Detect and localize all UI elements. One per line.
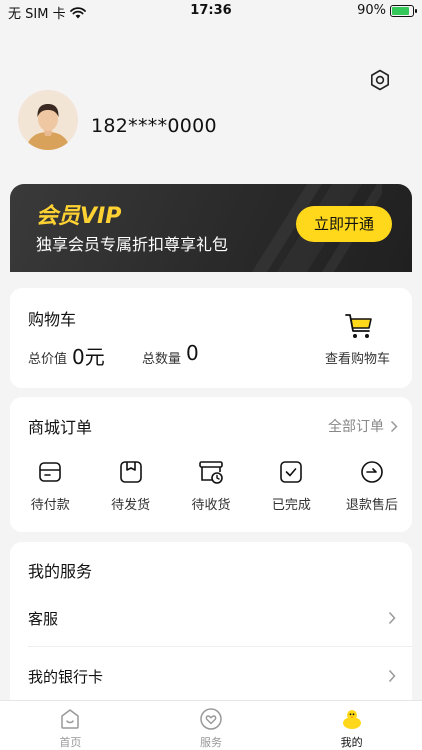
order-status-refund[interactable]: 退款售后 [332,459,412,513]
tab-services[interactable]: 服务 [141,701,282,750]
chevron-right-icon [390,420,398,432]
order-status-label: 待发货 [111,498,151,513]
battery-percent: 90% [357,3,386,18]
battery-fill [392,6,410,15]
divider [28,646,412,647]
tab-label: 我的 [340,736,363,749]
chevron-right-icon [388,611,396,625]
total-price-value: 0元 [72,345,105,369]
order-status-label: 待付款 [30,498,70,513]
tab-bar: 首页 服务 我的 [0,700,422,750]
cart-card: 购物车 总价值 0元 总数量 0 查看购物车 [10,288,412,388]
delivery-icon [199,461,223,484]
refund-icon [361,461,383,483]
total-count-value: 0 [186,341,199,365]
box-icon [119,461,142,483]
order-status-pending-receipt[interactable]: 待收货 [171,459,251,513]
home-icon [61,709,80,729]
total-count-label: 总数量 [142,352,182,367]
heart-icon [200,708,222,730]
order-status-label: 已完成 [271,498,311,513]
settings-icon[interactable] [368,68,392,92]
order-status-pending-shipment[interactable]: 待发货 [90,459,170,513]
phone-number[interactable]: 182****0000 [91,115,217,137]
status-bar: 无 SIM 卡 17:36 90% [0,0,422,22]
orders-title: 商城订单 [28,418,93,437]
services-title: 我的服务 [28,562,93,581]
tab-label: 服务 [200,736,222,749]
all-orders-link[interactable]: 全部订单 [328,416,398,436]
check-icon [280,461,303,483]
orders-card: 商城订单 全部订单 待付款 待发货 待收货 已完成 退款售后 [10,397,412,532]
all-orders-label: 全部订单 [328,419,384,435]
tab-home[interactable]: 首页 [0,701,141,750]
cart-icon[interactable] [344,312,374,340]
avatar-person-icon [18,90,78,150]
order-status-label: 退款售后 [345,498,398,513]
status-right: 90% [357,3,417,18]
vip-activate-button[interactable]: 立即开通 [296,206,392,242]
order-status-completed[interactable]: 已完成 [251,459,331,513]
service-item-bank-card[interactable]: 我的银行卡 [28,650,396,702]
chevron-right-icon [388,669,396,683]
wallet-icon [39,462,62,482]
tab-label: 首页 [59,736,82,749]
vip-title: 会员VIP [36,204,122,229]
service-item-label: 我的银行卡 [28,667,104,686]
view-cart-link[interactable]: 查看购物车 [325,348,390,367]
battery-icon [390,4,417,17]
duck-icon [342,710,361,729]
vip-card[interactable]: 会员VIP 独享会员专属折扣尊享礼包 立即开通 [10,184,412,272]
tab-mine[interactable]: 我的 [281,701,422,750]
order-status-label: 待收货 [191,498,231,513]
service-item-customer-service[interactable]: 客服 [28,592,396,644]
cart-title: 购物车 [28,310,77,329]
service-item-label: 客服 [28,609,59,628]
order-status-pending-payment[interactable]: 待付款 [10,459,90,513]
vip-subtitle: 独享会员专属折扣尊享礼包 [36,235,229,254]
avatar[interactable] [18,90,78,150]
total-price-label: 总价值 [28,352,68,367]
